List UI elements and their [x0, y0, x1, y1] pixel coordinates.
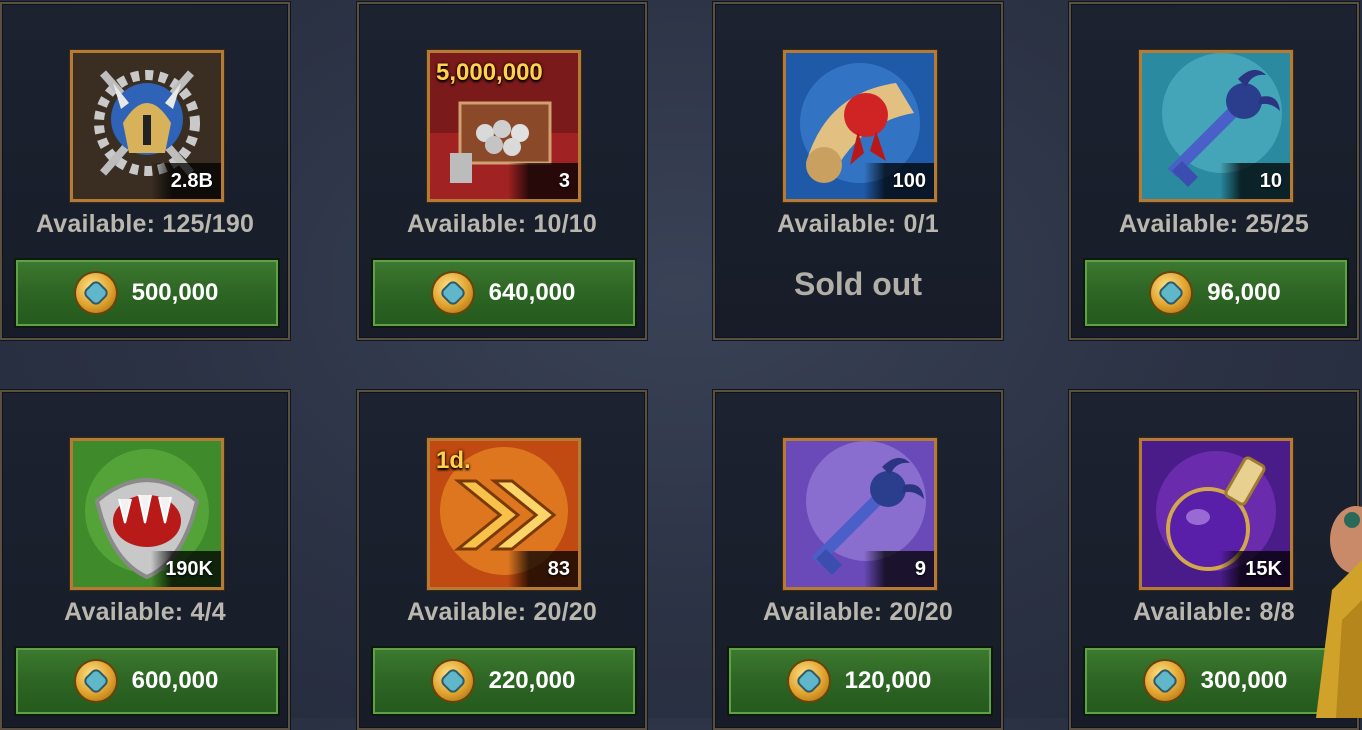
buy-button[interactable]: 96,000 — [1083, 258, 1349, 328]
availability-text: Available: 20/20 — [763, 598, 953, 626]
coin-icon — [788, 661, 829, 701]
sold-out-label: Sold out — [794, 266, 922, 302]
coin-icon — [75, 661, 116, 701]
shop-item-card: 10 Available: 25/25 96,000 — [1069, 2, 1359, 340]
availability-text: Available: 10/10 — [407, 210, 597, 238]
price-label: 600,000 — [131, 667, 219, 694]
potion-flask-icon[interactable]: 15K — [1139, 438, 1293, 590]
coin-icon — [1144, 661, 1185, 701]
buy-button[interactable]: 220,000 — [371, 646, 637, 716]
buy-button[interactable]: 500,000 — [14, 258, 280, 328]
sealed-scroll-icon: 100 — [783, 50, 937, 202]
price-label: 96,000 — [1207, 279, 1281, 306]
buy-button[interactable]: 300,000 — [1083, 646, 1349, 716]
silver-chest-icon[interactable]: 5,000,000 3 — [427, 50, 581, 202]
coin-icon — [75, 273, 116, 313]
blue-key-icon[interactable]: 10 — [1139, 50, 1293, 202]
item-quantity: 83 — [508, 551, 578, 587]
availability-text: Available: 125/190 — [35, 210, 255, 238]
availability-text: Available: 20/20 — [407, 598, 597, 626]
item-quantity: 9 — [864, 551, 934, 587]
shop-item-card: 2.8B Available: 125/190 500,000 — [0, 2, 290, 340]
item-quantity: 2.8B — [151, 163, 221, 199]
item-quantity: 190K — [151, 551, 221, 587]
coin-icon — [432, 661, 473, 701]
coin-icon — [432, 273, 473, 313]
item-quantity: 10 — [1220, 163, 1290, 199]
price-label: 120,000 — [844, 667, 932, 694]
item-quantity: 15K — [1220, 551, 1290, 587]
price-label: 500,000 — [131, 279, 219, 306]
advisor-character — [1312, 480, 1362, 718]
availability-text: Available: 4/4 — [64, 598, 226, 626]
shop-item-card: 9 Available: 20/20 120,000 — [713, 390, 1003, 730]
price-label: 220,000 — [488, 667, 576, 694]
shop-item-card: 190K Available: 4/4 600,000 — [0, 390, 290, 730]
duration-overlay: 1d. — [436, 447, 471, 474]
buy-button[interactable]: 120,000 — [727, 646, 993, 716]
shop-item-card: 1d. 83 Available: 20/20 220,000 — [357, 390, 647, 730]
purple-key-icon[interactable]: 9 — [783, 438, 937, 590]
shop-item-card: 5,000,000 3 Available: 10/10 640,000 — [357, 2, 647, 340]
claw-shield-icon[interactable]: 190K — [70, 438, 224, 590]
price-label: 300,000 — [1200, 667, 1288, 694]
price-label: 640,000 — [488, 279, 576, 306]
speedup-arrows-icon[interactable]: 1d. 83 — [427, 438, 581, 590]
coin-icon — [1151, 273, 1192, 313]
buy-button[interactable]: 600,000 — [14, 646, 280, 716]
availability-text: Available: 25/25 — [1119, 210, 1309, 238]
shop-item-card: 100 Available: 0/1 Sold out — [713, 2, 1003, 340]
item-quantity: 3 — [508, 163, 578, 199]
item-quantity: 100 — [864, 163, 934, 199]
availability-text: Available: 0/1 — [777, 210, 939, 238]
amount-overlay: 5,000,000 — [436, 59, 543, 86]
veteran-helmet-icon[interactable]: 2.8B — [70, 50, 224, 202]
buy-button[interactable]: 640,000 — [371, 258, 637, 328]
